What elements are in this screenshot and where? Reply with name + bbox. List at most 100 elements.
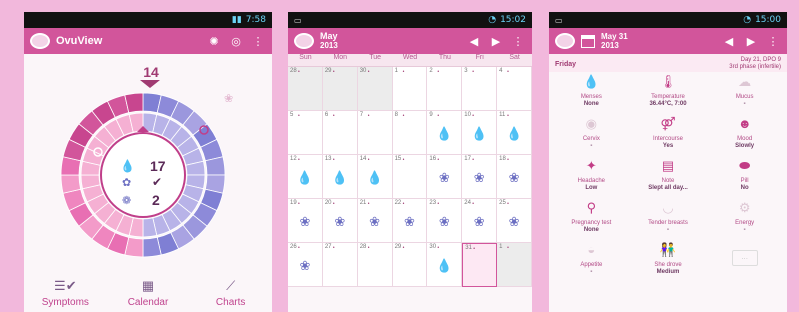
day-marker-icon: • [332, 69, 335, 75]
symptom-item[interactable]: ⚙ Energy - [706, 201, 783, 244]
calendar-day-cell[interactable]: 1 • [497, 243, 532, 287]
sync-icon[interactable]: ◎ [228, 35, 244, 48]
calendar-day-cell[interactable]: 7 • [357, 111, 393, 155]
day-number: 15 [394, 156, 402, 162]
calendar-day-cell[interactable]: 11 • 💧 [497, 111, 532, 155]
calendar-day-cell[interactable]: 1 • [392, 67, 428, 111]
nav-symptoms[interactable]: ☰✔ Symptoms [29, 278, 101, 308]
calendar-day-cell[interactable]: 4 • [497, 67, 532, 111]
symptom-item[interactable]: ◡ Tender breasts - [630, 201, 707, 244]
symptom-label: Cervix [582, 136, 600, 142]
calendar-day-cell[interactable]: 14 • 💧 [357, 155, 393, 199]
symptom-item[interactable]: ☁ Mucus - [706, 75, 783, 118]
calendar-day-cell[interactable]: 25 • ❀ [497, 199, 532, 243]
calendar-day-cell[interactable]: 26 • ❀ [288, 243, 323, 287]
calendar-day-cell[interactable]: 20 • ❀ [322, 199, 358, 243]
overflow-menu-icon[interactable]: ⋮ [765, 35, 781, 48]
calendar-day-cell[interactable]: 16 • ❀ [427, 155, 463, 199]
calendar-icon[interactable] [581, 34, 595, 48]
calendar-day-cell[interactable]: 9 • 💧 [427, 111, 463, 155]
weekday-header: Sun Mon Tue Wed Thu Fri Sat [288, 54, 532, 66]
calendar-day-cell[interactable]: 22 • ❀ [392, 199, 428, 243]
calendar-day-cell[interactable]: 24 • ❀ [462, 199, 498, 243]
symptom-item[interactable]: ⚤ Intercourse Yes [630, 117, 707, 160]
calendar-day-cell[interactable]: 15 • [392, 155, 428, 199]
calendar-day-cell[interactable]: 13 • 💧 [322, 155, 358, 199]
calendar-day-cell[interactable]: 29 • [392, 243, 428, 287]
period-drop-icon: 💧 [296, 170, 314, 185]
day-number: 24 [464, 200, 471, 206]
calendar-day-cell[interactable]: 21 • ❀ [357, 199, 393, 243]
status-bar: ▭ ◔ 15:02 [288, 12, 532, 28]
nav-charts[interactable]: ⟋ Charts [195, 278, 267, 308]
more-symptoms-button[interactable]: ... [706, 244, 783, 286]
day-number: 30 [359, 68, 367, 74]
next-month-icon[interactable]: ▶ [488, 35, 504, 48]
day-marker-icon: • [332, 157, 335, 163]
period-drop-icon: 💧 [471, 126, 488, 141]
calendar-day-cell[interactable]: 27 • [322, 243, 358, 287]
symptom-item[interactable]: 👫 She drove Medium [630, 242, 707, 286]
day-marker-icon: • [472, 69, 475, 75]
symptom-item[interactable]: ⬬ Pill No [706, 159, 783, 202]
overflow-menu-icon[interactable]: ⋮ [510, 35, 526, 48]
status-bar: ▮▮ 7:58 [24, 12, 272, 28]
nav-calendar[interactable]: ▦ Calendar [112, 278, 184, 308]
symptom-item[interactable]: ▤ Note Slept all day... [630, 158, 707, 202]
calendar-day-cell[interactable]: 30 • [357, 67, 393, 111]
cycle-wheel[interactable] [58, 90, 228, 260]
calendar-day-cell[interactable]: 5 • [288, 111, 323, 155]
day-number: 1 [499, 244, 503, 250]
symptom-label: Intercourse [652, 136, 683, 142]
symptom-item[interactable]: 🌡 Temperature 36.44°C, 7:00 [630, 75, 707, 118]
next-day-icon[interactable]: ▶ [743, 35, 759, 48]
symptom-item[interactable]: ◒ Appetite - [553, 243, 630, 286]
weekday-label: Mon [333, 54, 348, 61]
previous-day-icon[interactable]: ◀ [721, 35, 737, 48]
signal-icon: ▮▮ [231, 15, 242, 25]
calendar-day-cell[interactable]: 6 • [322, 111, 358, 155]
calendar-day-cell[interactable]: 17 • ❀ [462, 155, 498, 199]
calendar-day-cell[interactable]: 8 • [392, 111, 428, 155]
pregnancy-test-icon: ⚲ [586, 200, 597, 215]
calendar-day-cell[interactable]: 23 • ❀ [427, 199, 463, 243]
day-header: Friday Day 21, DPO 9 3rd phase (infertil… [549, 54, 787, 72]
calendar-day-cell[interactable]: 12 • 💧 [288, 155, 323, 199]
day-marker-icon: • [367, 201, 370, 207]
status-time: 15:02 [500, 15, 526, 25]
symptom-item[interactable]: 💧 Menses None [553, 75, 630, 118]
headache-icon: ✦ [585, 158, 597, 173]
calendar-screen: ▭ ◔ 15:02 May 2013 ◀ ▶ ⋮ Sun Mon Tue Wed Thu… [288, 12, 532, 312]
app-logo-icon[interactable] [30, 33, 50, 49]
calendar-day-cell[interactable]: 30 • 💧 [427, 243, 463, 287]
app-logo-icon[interactable] [294, 33, 314, 49]
symptom-item[interactable]: ◉ Cervix - [553, 117, 630, 160]
calendar-day-cell[interactable]: 29 • [322, 67, 358, 111]
calendar-day-cell[interactable]: 31 • [462, 243, 498, 287]
previous-month-icon[interactable]: ◀ [466, 35, 482, 48]
symptom-item[interactable]: ⚲ Pregnancy test None [553, 200, 630, 244]
note-icon: ▤ [661, 158, 675, 173]
people-icon: 👫 [659, 242, 677, 257]
calendar-day-cell[interactable]: 28 • [357, 243, 393, 287]
day-number: 30 [429, 244, 437, 250]
calendar-day-cell[interactable]: 18 • ❀ [497, 155, 532, 199]
day-number: 28 [359, 244, 367, 250]
calendar-day-cell[interactable]: 10 • 💧 [462, 111, 498, 155]
app-logo-icon[interactable] [555, 33, 575, 49]
symptom-item[interactable]: ✦ Headache Low [553, 158, 630, 202]
day-marker-icon: • [507, 201, 509, 207]
light-drop-icon: 💧 [436, 126, 453, 141]
symptoms-icon: ☰✔ [54, 278, 77, 293]
lightbulb-icon[interactable]: ✺ [206, 35, 222, 48]
calendar-day-cell[interactable]: 28 • [288, 67, 323, 111]
weekday-label: Friday [555, 61, 577, 68]
day-marker-icon: • [367, 245, 370, 251]
calendar-day-cell[interactable]: 2 • [427, 67, 463, 111]
symptom-item[interactable]: ☻ Mood Slowly [706, 117, 783, 160]
calendar-day-cell[interactable]: 3 • [462, 67, 498, 111]
day-number: 11 [499, 112, 506, 118]
calendar-day-cell[interactable]: 19 • ❀ [288, 199, 323, 243]
overflow-menu-icon[interactable]: ⋮ [250, 35, 266, 48]
weekday-label: Fri [475, 54, 484, 61]
